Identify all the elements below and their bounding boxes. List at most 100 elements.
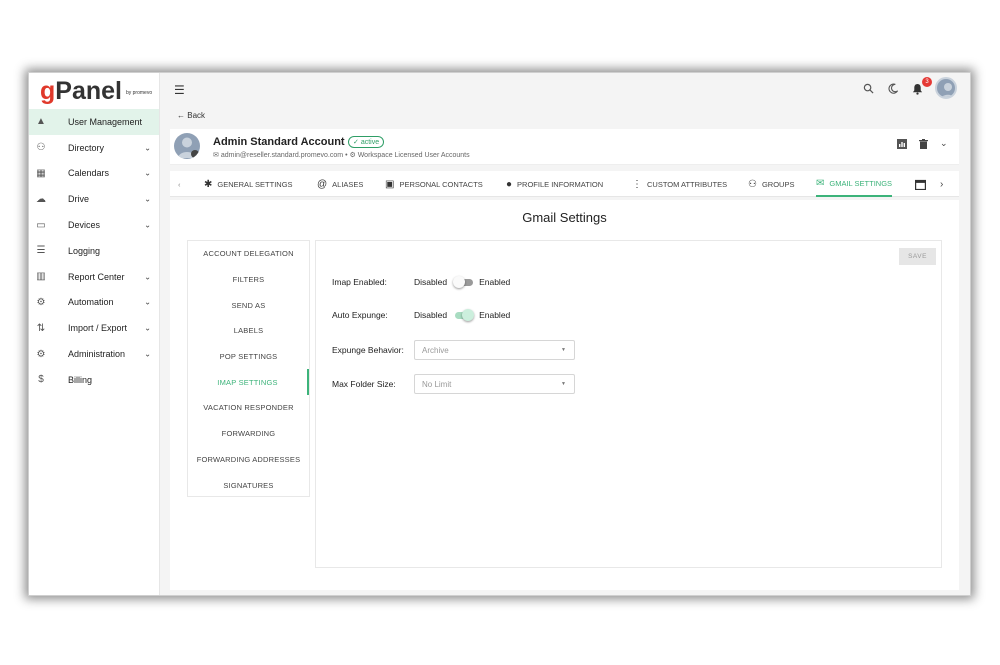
tab-custom-attributes[interactable]: ⋮ CUSTOM ATTRIBUTES xyxy=(632,171,727,197)
chevron-down-icon: ⌄ xyxy=(144,194,151,204)
account-subline: ✉ admin@reseller.standard.promevo.com • … xyxy=(213,151,470,159)
arrow-left-icon: ← xyxy=(177,111,185,120)
account-org: Workspace Licensed User Accounts xyxy=(357,152,470,159)
at-icon: @ xyxy=(317,178,328,190)
status-badge: ✓ active xyxy=(348,136,385,148)
subnav-labels[interactable]: LABELS xyxy=(188,318,309,344)
calendar-tab-icon[interactable] xyxy=(915,171,926,197)
chevron-down-icon: ⌄ xyxy=(144,272,151,282)
sidebar-item-report-center[interactable]: ▥ Report Center ⌄ xyxy=(29,264,159,290)
attributes-icon: ⋮ xyxy=(632,178,642,190)
devices-icon: ▭ xyxy=(36,219,46,231)
account-email: admin@reseller.standard.promevo.com xyxy=(220,152,344,159)
tab-label: GROUPS xyxy=(761,179,795,189)
tab-profile-information[interactable]: ● PROFILE INFORMATION xyxy=(506,171,603,197)
tab-groups[interactable]: ⚇ GROUPS xyxy=(748,171,794,197)
sidebar-item-automation[interactable]: ⚙ Automation ⌄ xyxy=(29,290,159,316)
auto-expunge-label: Auto Expunge: xyxy=(332,310,388,320)
subnav-imap-settings[interactable]: IMAP SETTINGS xyxy=(188,369,309,396)
report-icon: ▥ xyxy=(36,271,46,283)
sidebar-item-devices[interactable]: ▭ Devices ⌄ xyxy=(29,212,159,238)
max-folder-size-row: Max Folder Size: No Limit ▼ xyxy=(332,374,575,394)
sidebar-item-import-export[interactable]: ⇅ Import / Export ⌄ xyxy=(29,315,159,341)
tab-scroll-left-icon[interactable]: ‹ xyxy=(178,171,181,197)
subnav-forwarding-addresses[interactable]: FORWARDING ADDRESSES xyxy=(188,447,309,473)
auto-expunge-disabled-text: Disabled xyxy=(414,310,448,320)
tab-label: CUSTOM ATTRIBUTES xyxy=(647,179,728,189)
mail-icon: ✉ xyxy=(816,177,825,189)
subnav-send-as[interactable]: SEND AS xyxy=(188,292,309,318)
max-folder-size-label: Max Folder Size: xyxy=(332,379,396,389)
tab-personal-contacts[interactable]: ▣ PERSONAL CONTACTS xyxy=(385,171,483,197)
app-window: g Panel by promevo ▲ User Management ⚇ Di… xyxy=(28,72,971,596)
imap-enabled-row: Imap Enabled: Disabled Enabled xyxy=(332,276,510,288)
subnav-account-delegation[interactable]: ACCOUNT DELEGATION xyxy=(188,241,309,267)
expunge-behavior-label: Expunge Behavior: xyxy=(332,345,404,355)
tab-label: PROFILE INFORMATION xyxy=(517,179,604,189)
sidebar-item-calendars[interactable]: ▦ Calendars ⌄ xyxy=(29,161,159,187)
sidebar-item-billing[interactable]: $ Billing xyxy=(29,367,159,393)
bell-icon[interactable] xyxy=(912,83,923,98)
tab-label: PERSONAL CONTACTS xyxy=(399,179,483,189)
gear-icon: ✱ xyxy=(204,178,213,190)
sidebar-item-label: Administration xyxy=(68,349,126,360)
separator-dot: • xyxy=(345,152,348,159)
sidebar-item-administration[interactable]: ⚙ Administration ⌄ xyxy=(29,341,159,367)
sidebar-item-label: Automation xyxy=(68,297,114,308)
imap-enabled-text: Enabled xyxy=(479,277,511,287)
sidebar-item-drive[interactable]: ☁ Drive ⌄ xyxy=(29,186,159,212)
chevron-down-icon: ⌄ xyxy=(144,349,151,359)
subnav-signatures[interactable]: SIGNATURES xyxy=(188,472,309,498)
imap-enabled-toggle[interactable] xyxy=(453,276,474,288)
tab-gmail-settings[interactable]: ✉ GMAIL SETTINGS xyxy=(816,171,893,197)
hamburger-menu-icon[interactable]: ☰ xyxy=(174,83,185,97)
caret-down-icon: ▼ xyxy=(561,381,566,387)
groups-icon: ⚇ xyxy=(748,178,757,190)
account-header: Admin Standard Account ✓ active ✉ admin@… xyxy=(170,129,959,165)
back-label: Back xyxy=(187,111,206,120)
delete-icon[interactable] xyxy=(919,139,928,152)
account-name: Admin Standard Account xyxy=(213,136,345,148)
tab-aliases[interactable]: @ ALIASES xyxy=(317,171,363,197)
sidebar-item-label: Drive xyxy=(68,194,90,205)
chevron-down-icon: ⌄ xyxy=(144,297,151,307)
search-icon[interactable] xyxy=(863,83,874,97)
auto-expunge-enabled-text: Enabled xyxy=(479,310,511,320)
sidebar-item-label: Devices xyxy=(68,220,101,231)
sidebar-item-directory[interactable]: ⚇ Directory ⌄ xyxy=(29,135,159,161)
auto-expunge-row: Auto Expunge: Disabled Enabled xyxy=(332,309,510,321)
subnav-forwarding[interactable]: FORWARDING xyxy=(188,421,309,447)
expunge-behavior-select[interactable]: Archive ▼ xyxy=(414,340,575,360)
logo-byline: by promevo xyxy=(125,90,153,96)
expunge-behavior-row: Expunge Behavior: Archive ▼ xyxy=(332,340,575,360)
dollar-icon: $ xyxy=(38,374,44,386)
sidebar-item-user-management[interactable]: ▲ User Management xyxy=(29,109,159,135)
account-avatar xyxy=(174,133,200,159)
gmail-settings-subnav: ACCOUNT DELEGATION FILTERS SEND AS LABEL… xyxy=(187,240,310,497)
chevron-down-icon[interactable]: ⌄ xyxy=(940,138,948,149)
page-title: Gmail Settings xyxy=(522,210,607,225)
sidebar-item-label: Calendars xyxy=(68,168,110,179)
admin-gears-icon: ⚙ xyxy=(36,348,46,360)
back-link[interactable]: ← Back xyxy=(177,111,205,120)
chevron-down-icon: ⌄ xyxy=(144,143,151,153)
dark-mode-icon[interactable] xyxy=(888,83,899,97)
max-folder-size-select[interactable]: No Limit ▼ xyxy=(414,374,575,394)
sidebar-nav: ▲ User Management ⚇ Directory ⌄ ▦ Calend… xyxy=(29,109,159,393)
auto-expunge-toggle[interactable] xyxy=(453,309,475,321)
chevron-down-icon: ⌄ xyxy=(144,220,151,230)
gpanel-logo[interactable]: g Panel by promevo xyxy=(29,73,159,109)
sidebar-item-logging[interactable]: ☰ Logging xyxy=(29,238,159,264)
save-button[interactable]: SAVE xyxy=(899,248,936,265)
subnav-filters[interactable]: FILTERS xyxy=(188,267,309,293)
report-icon[interactable] xyxy=(897,139,907,152)
tab-general-settings[interactable]: ✱ GENERAL SETTINGS xyxy=(204,171,293,197)
tab-scroll-right-icon[interactable]: › xyxy=(940,171,943,197)
user-avatar[interactable] xyxy=(935,77,957,99)
sidebar-item-label: Directory xyxy=(68,142,105,153)
info-icon: ● xyxy=(506,178,513,190)
top-bar: ☰ 3 xyxy=(160,73,970,105)
subnav-pop-settings[interactable]: POP SETTINGS xyxy=(188,344,309,370)
subnav-vacation-responder[interactable]: VACATION RESPONDER xyxy=(188,395,309,421)
org-unit-icon: ⚙ xyxy=(349,152,356,159)
